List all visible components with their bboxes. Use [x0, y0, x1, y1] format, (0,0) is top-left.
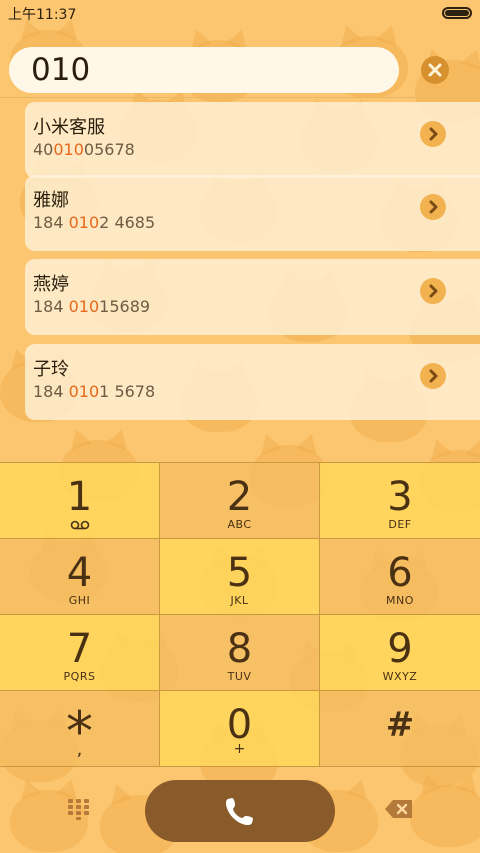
key-1[interactable]: 1: [0, 463, 160, 539]
contact-detail-button[interactable]: [420, 121, 446, 147]
contact-name: 燕婷: [33, 274, 69, 295]
clear-input-button[interactable]: [421, 56, 449, 84]
key-letters: WXYZ: [382, 670, 418, 683]
chevron-right-icon: [429, 127, 438, 141]
contact-detail-button[interactable]: [420, 363, 446, 389]
key-9[interactable]: 9 WXYZ: [320, 615, 480, 691]
key-digit: 7: [66, 626, 93, 672]
chevron-right-icon: [429, 200, 438, 214]
key-letters: JKL: [230, 594, 249, 607]
contact-name: 小米客服: [33, 117, 105, 138]
key-digit: 3: [387, 474, 413, 520]
contact-result-item[interactable]: 小米客服 4001005678: [25, 102, 480, 178]
key-digit: 4: [66, 550, 93, 596]
status-time: 上午11:37: [8, 7, 77, 23]
phone-icon: [226, 798, 253, 825]
key-7[interactable]: 7 PQRS: [0, 615, 160, 691]
status-bar: 上午11:37: [0, 0, 480, 26]
dial-input-row: 010: [0, 47, 480, 93]
battery-level: [445, 10, 469, 16]
key-6[interactable]: 6 MNO: [320, 539, 480, 615]
key-4[interactable]: 4 GHI: [0, 539, 160, 615]
key-digit: 9: [387, 626, 413, 672]
contact-result-item[interactable]: 燕婷 184 01015689: [25, 259, 480, 335]
contact-result-item[interactable]: 子玲 184 0101 5678: [25, 344, 480, 420]
contact-name: 子玲: [33, 359, 69, 380]
match-highlight: 010: [68, 213, 100, 232]
key-letters: GHI: [68, 594, 91, 607]
key-sub-label: +: [233, 741, 246, 757]
key-5[interactable]: 5 JKL: [160, 539, 320, 615]
key-digit: 6: [387, 550, 413, 596]
key-sub-label: ,: [76, 739, 83, 760]
key-3[interactable]: 3 DEF: [320, 463, 480, 539]
key-letters: DEF: [388, 518, 412, 531]
call-button[interactable]: [145, 780, 335, 842]
contact-name: 雅娜: [33, 190, 69, 211]
match-highlight: 010: [68, 297, 100, 316]
contact-number: 184 0102 4685: [33, 213, 156, 232]
battery-icon: [442, 7, 472, 19]
contact-number: 184 0101 5678: [33, 382, 156, 401]
match-highlight: 010: [53, 140, 84, 159]
key-star[interactable]: * ,: [0, 691, 160, 767]
chevron-right-icon: [429, 284, 438, 298]
key-letters: ABC: [227, 518, 252, 531]
contact-result-item[interactable]: 雅娜 184 0102 4685: [25, 175, 480, 251]
close-circle-icon: [428, 63, 442, 77]
contact-detail-button[interactable]: [420, 278, 446, 304]
key-digit: 5: [226, 550, 253, 596]
dial-keypad: 1 2 ABC 3 DEF 4 GHI 5 JKL 6 MNO 7 PQRS 8…: [0, 462, 480, 768]
key-8[interactable]: 8 TUV: [160, 615, 320, 691]
key-2[interactable]: 2 ABC: [160, 463, 320, 539]
key-digit: 2: [226, 474, 253, 520]
key-letters: TUV: [227, 670, 252, 683]
voicemail-icon: [70, 520, 90, 530]
key-digit: 1: [66, 474, 93, 520]
key-letters: PQRS: [63, 670, 96, 683]
match-highlight: 010: [68, 382, 100, 401]
contact-number: 184 01015689: [33, 297, 151, 316]
contact-number: 4001005678: [33, 140, 135, 159]
contact-results-list: 小米客服 4001005678 雅娜 184 0102 4685 燕婷 184 …: [0, 97, 480, 427]
key-digit: 8: [226, 626, 253, 672]
dial-number-input[interactable]: 010: [9, 47, 399, 93]
chevron-right-icon: [429, 369, 438, 383]
key-hash[interactable]: #: [320, 691, 480, 767]
contact-detail-button[interactable]: [420, 194, 446, 220]
key-letters: MNO: [386, 594, 414, 607]
bottom-action-bar: [0, 768, 480, 853]
key-digit: #: [385, 705, 415, 745]
key-0[interactable]: 0 +: [160, 691, 320, 767]
backspace-icon[interactable]: [384, 798, 414, 820]
dialpad-grid-icon[interactable]: [66, 798, 92, 820]
